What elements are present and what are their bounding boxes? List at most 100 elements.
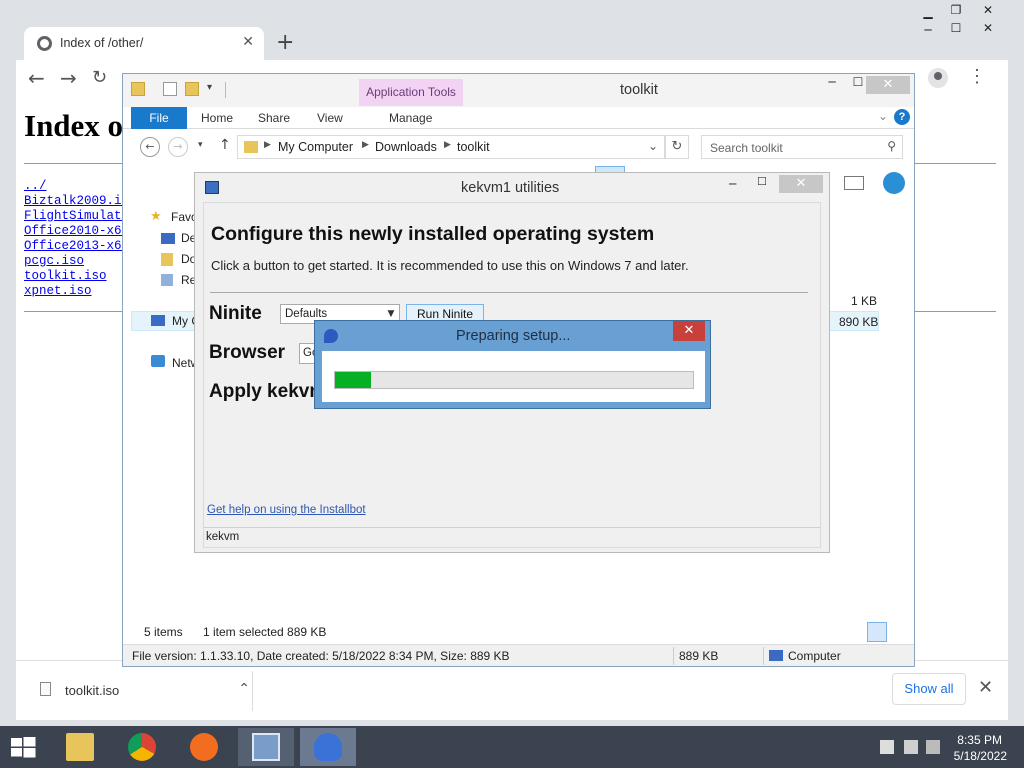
help-link[interactable]: Get help on using the Installbot	[207, 504, 366, 516]
preparing-setup-dialog: Preparing setup... ✕	[314, 320, 711, 409]
details-view-button[interactable]	[867, 622, 887, 642]
clock-date[interactable]: 5/18/2022	[954, 749, 1007, 763]
outer-minimize-button[interactable]: ▁	[914, 4, 942, 20]
item-count: 5 items	[144, 625, 183, 639]
folder-icon	[244, 141, 258, 153]
breadcrumb-my-computer[interactable]: My Computer	[278, 140, 353, 154]
browser-maximize-button[interactable]: ☐	[942, 20, 970, 36]
breadcrumb-toolkit[interactable]: toolkit	[457, 140, 490, 154]
show-all-button[interactable]: Show all	[892, 673, 966, 705]
tab-share[interactable]: Share	[258, 111, 290, 125]
back-icon[interactable]: ←	[140, 137, 160, 157]
network-icon	[151, 355, 165, 367]
close-button[interactable]: ✕	[779, 175, 823, 193]
taskbar: 8:35 PM 5/18/2022	[0, 726, 1024, 768]
maximize-button[interactable]: ☐	[757, 175, 767, 188]
chevron-up-icon[interactable]: ⌃	[238, 681, 250, 697]
up-icon[interactable]: ↑	[219, 137, 231, 153]
address-bar[interactable]: ▶ My Computer ▶ Downloads ▶ toolkit ⌄	[237, 135, 665, 159]
progress-fill	[335, 372, 371, 388]
download-filename: toolkit.iso	[65, 683, 120, 698]
browser-tab[interactable]: Index of /other/ ✕	[24, 27, 264, 60]
apply-label: Apply kekvm	[209, 381, 327, 402]
browser-minimize-button[interactable]: ─	[914, 22, 942, 38]
taskbar-setup[interactable]	[300, 728, 356, 766]
new-tab-button[interactable]: +	[276, 30, 294, 55]
properties-icon[interactable]	[163, 82, 177, 96]
chevron-right-icon: ▶	[362, 140, 369, 150]
minimize-button[interactable]: ─	[820, 75, 844, 89]
dir-link-xpnet[interactable]: xpnet.iso	[24, 284, 92, 298]
reload-icon[interactable]: ↻	[92, 67, 107, 88]
tab-home[interactable]: Home	[201, 111, 233, 125]
tab-file[interactable]: File	[131, 107, 187, 129]
globe-icon	[883, 172, 905, 194]
tab-manage[interactable]: Manage	[389, 111, 432, 125]
divider	[225, 82, 226, 98]
computer-icon	[769, 650, 783, 661]
dir-link-toolkit[interactable]: toolkit.iso	[24, 269, 107, 283]
dir-link-pcgc[interactable]: pcgc.iso	[24, 254, 84, 268]
network-icon[interactable]	[904, 740, 918, 754]
chevron-down-icon[interactable]: ▾	[207, 82, 212, 93]
firefox-icon	[190, 733, 218, 761]
taskbar-file-explorer[interactable]	[52, 728, 108, 766]
close-button[interactable]: ✕	[866, 76, 910, 94]
volume-muted-icon[interactable]	[926, 740, 940, 754]
setup-icon	[314, 733, 342, 761]
taskbar-chrome[interactable]	[114, 728, 170, 766]
download-item[interactable]: toolkit.iso ⌃	[36, 681, 254, 701]
globe-icon	[37, 36, 52, 51]
action-center-icon[interactable]	[880, 740, 894, 754]
file-size: 890 KB	[839, 315, 879, 329]
dir-link-biztalk[interactable]: Biztalk2009.iso	[24, 194, 137, 208]
system-tray: 8:35 PM 5/18/2022	[864, 726, 1024, 768]
recent-locations-icon[interactable]: ▾	[198, 140, 203, 150]
kekvm-icon	[252, 733, 280, 761]
explorer-window-controls: ─ ☐ ✕	[818, 74, 914, 96]
progress-bar	[334, 371, 694, 389]
address-row: ← → ▾ ↑ ▶ My Computer ▶ Downloads ▶ tool…	[123, 132, 914, 162]
file-explorer-icon	[66, 733, 94, 761]
divider	[252, 671, 253, 711]
outer-close-button[interactable]: ✕	[974, 2, 1002, 18]
browser-label: Browser	[209, 342, 286, 363]
close-icon[interactable]: ✕	[978, 677, 993, 698]
documents-icon	[161, 253, 173, 266]
minimize-button[interactable]: ─	[729, 177, 736, 191]
new-folder-icon[interactable]	[185, 82, 199, 96]
tab-close-icon[interactable]: ✕	[242, 34, 254, 50]
preview-pane-icon[interactable]	[844, 176, 864, 190]
clock-time[interactable]: 8:35 PM	[957, 733, 1002, 747]
file-size: 1 KB	[851, 294, 878, 308]
outer-restore-button[interactable]: ❐	[942, 2, 970, 18]
breadcrumb-downloads[interactable]: Downloads	[375, 140, 437, 154]
kekvm-title: kekvm1 utilities	[461, 180, 560, 196]
browser-menu-icon[interactable]: ⋮	[968, 66, 986, 87]
download-bar: toolkit.iso ⌃ Show all ✕	[16, 660, 1008, 720]
search-placeholder: Search toolkit	[710, 141, 783, 155]
chevron-down-icon[interactable]: ⌄	[648, 139, 658, 153]
taskbar-firefox[interactable]	[176, 728, 232, 766]
chevron-down-icon[interactable]: ⌄	[878, 109, 888, 123]
tab-title: Index of /other/	[60, 36, 144, 50]
tab-view[interactable]: View	[317, 111, 343, 125]
dir-link-parent[interactable]: ../	[24, 179, 47, 193]
explorer-details-bar: File version: 1.1.33.10, Date created: 5…	[123, 644, 914, 666]
taskbar-kekvm[interactable]	[238, 728, 294, 766]
forward-icon[interactable]: →	[168, 137, 188, 157]
search-input[interactable]: Search toolkit ⚲	[701, 135, 903, 159]
refresh-icon[interactable]: ↻	[665, 135, 689, 159]
account-avatar-icon[interactable]	[928, 68, 948, 88]
close-button[interactable]: ✕	[673, 321, 705, 341]
windows-start-icon[interactable]	[8, 736, 38, 758]
browser-close-button[interactable]: ✕	[974, 20, 1002, 36]
folder-icon	[131, 82, 145, 96]
help-icon[interactable]: ?	[894, 109, 910, 125]
divider	[210, 292, 808, 293]
back-icon[interactable]: ←	[28, 66, 45, 90]
ribbon-tabs: File Home Share View Manage ⌄ ?	[123, 107, 914, 129]
location-status: Computer	[788, 649, 841, 663]
large-icons-view-button[interactable]	[891, 622, 911, 642]
forward-icon[interactable]: →	[60, 66, 77, 90]
